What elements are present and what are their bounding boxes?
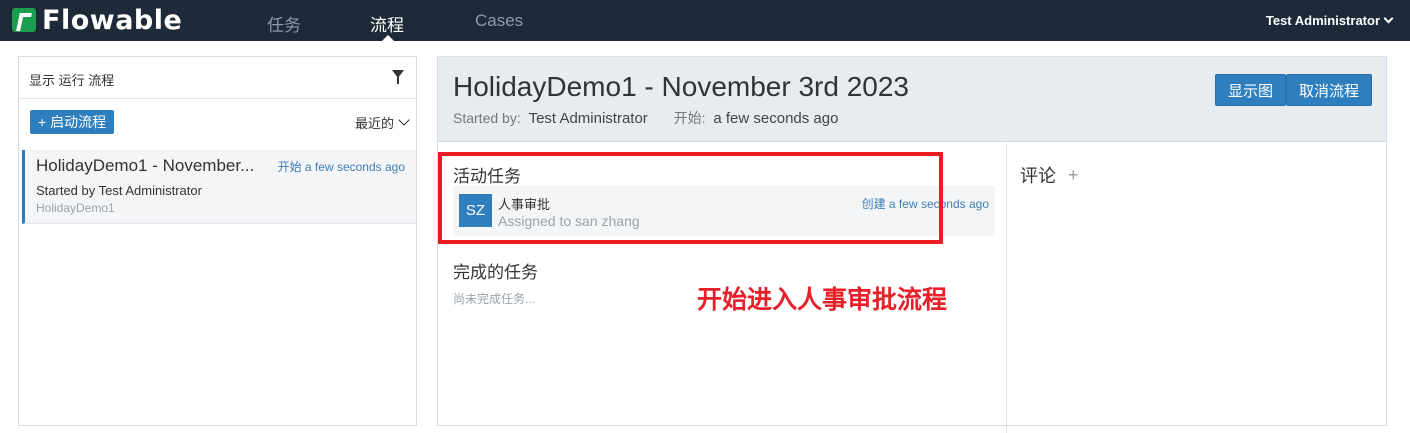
filter-icon[interactable] — [392, 70, 404, 84]
started-by-label: Started by: — [453, 110, 521, 126]
user-menu[interactable]: Test Administrator — [1265, 13, 1394, 28]
page-title: HolidayDemo1 - November 3rd 2023 — [453, 71, 909, 102]
top-navbar: Flowable 任务 流程 Cases Test Administrator — [0, 0, 1410, 41]
process-meta: Started by: Test Administrator 开始: a few… — [453, 108, 838, 128]
start-value: a few seconds ago — [713, 110, 839, 127]
start-label: 开始: — [673, 110, 706, 126]
process-item-definition: HolidayDemo1 — [36, 201, 115, 215]
process-item-time: 开始 a few seconds ago — [277, 160, 405, 174]
chevron-down-icon — [398, 114, 410, 126]
process-item-started-by: Started by Test Administrator — [36, 183, 202, 198]
start-process-button[interactable]: + 启动流程 — [30, 110, 115, 134]
cancel-process-button[interactable]: 取消流程 — [1286, 74, 1373, 106]
chevron-down-icon — [1383, 13, 1394, 24]
active-nav-indicator — [382, 35, 394, 41]
nav-tasks[interactable]: 任务 — [267, 11, 301, 36]
completed-tasks-title: 完成的任务 — [453, 263, 538, 282]
sort-label: 最近的 — [354, 116, 394, 131]
process-list-panel: 显示 运行 流程 + 启动流程 最近的 HolidayDemo1 - Novem… — [18, 56, 417, 426]
sort-dropdown[interactable]: 最近的 — [354, 113, 410, 132]
process-item-title: HolidayDemo1 - November... — [36, 156, 255, 175]
filter-label: 显示 运行 流程 — [29, 73, 115, 88]
column-divider — [1006, 143, 1007, 433]
logo-text: Flowable — [42, 4, 183, 36]
process-list-item[interactable]: HolidayDemo1 - November... 开始 a few seco… — [22, 150, 416, 224]
annotation-text: 开始进入人事审批流程 — [697, 286, 948, 314]
show-diagram-button[interactable]: 显示图 — [1215, 74, 1287, 106]
flowable-logo[interactable]: Flowable — [12, 4, 183, 36]
user-name: Test Administrator — [1265, 13, 1380, 28]
list-actions: + 启动流程 最近的 — [19, 99, 416, 149]
comments-title: 评论 — [1020, 166, 1056, 186]
comments-header: 评论 + — [1020, 162, 1079, 188]
nav-processes[interactable]: 流程 — [370, 11, 404, 36]
process-filter[interactable]: 显示 运行 流程 — [19, 57, 416, 99]
flowable-logo-icon — [12, 8, 36, 32]
started-by-value: Test Administrator — [528, 110, 648, 127]
process-detail-header: HolidayDemo1 - November 3rd 2023 Started… — [438, 57, 1386, 142]
add-comment-icon[interactable]: + — [1068, 165, 1079, 186]
annotation-highlight-box — [438, 152, 943, 244]
completed-tasks-empty: 尚未完成任务... — [453, 292, 536, 306]
nav-cases[interactable]: Cases — [475, 11, 523, 31]
